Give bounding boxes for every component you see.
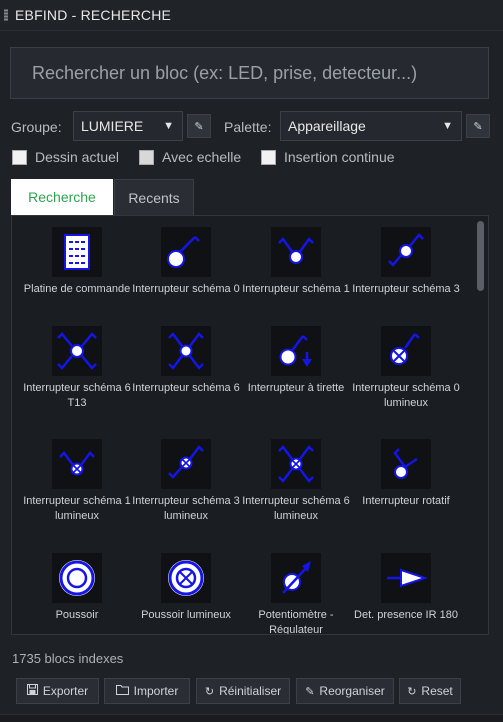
export-button[interactable]: Exporter xyxy=(16,678,99,704)
action-bar: Exporter Importer ↻ Réinitialiser ✎ Reor… xyxy=(16,678,486,704)
lit-switch-3-icon xyxy=(161,439,211,489)
block-item[interactable]: Interrupteur schéma 3 lumineux xyxy=(131,439,241,524)
export-label: Exporter xyxy=(42,684,89,698)
tab-recents[interactable]: Recents xyxy=(114,179,194,215)
block-item[interactable]: Interrupteur à tirette xyxy=(241,326,351,396)
switch-6-icon xyxy=(161,326,211,376)
checkbox-label: Insertion continue xyxy=(284,149,395,165)
block-item[interactable]: Interrupteur schéma 6 lumineux xyxy=(241,439,351,524)
block-name: Interrupteur schéma 3 xyxy=(352,283,460,295)
block-item[interactable]: Interrupteur schéma 3 xyxy=(351,227,461,297)
reorganize-button[interactable]: ✎ Reorganiser xyxy=(296,678,394,704)
tab-recherche[interactable]: Recherche xyxy=(11,179,113,215)
results-scrollbar[interactable] xyxy=(477,221,484,291)
block-name: Interrupteur schéma 0 xyxy=(132,283,240,295)
dropdown-arrow-icon: ▼ xyxy=(163,120,174,132)
block-name: Interrupteur schéma 6 lumineux xyxy=(242,495,350,522)
group-select[interactable]: LUMIERE ▼ xyxy=(73,111,183,141)
pull-switch-icon xyxy=(271,326,321,376)
checkbox[interactable] xyxy=(261,149,276,165)
block-name: Potentiomètre - Régulateur xyxy=(258,609,334,635)
block-name: Interrupteur rotatif xyxy=(362,495,450,507)
block-name: Interrupteur schéma 6 T13 xyxy=(23,382,131,409)
lit-switch-6-icon xyxy=(271,439,321,489)
switch-0-icon xyxy=(161,227,211,277)
brush-icon: ✎ xyxy=(305,685,315,698)
block-name: Interrupteur schéma 1 lumineux xyxy=(23,495,131,522)
block-item[interactable]: Interrupteur schéma 1 lumineux xyxy=(22,439,132,524)
reset-button[interactable]: ↻ Reset xyxy=(399,678,461,704)
block-item[interactable]: Poussoir lumineux xyxy=(131,553,241,623)
save-icon xyxy=(26,684,38,698)
checkbox-label: Dessin actuel xyxy=(35,149,120,165)
switch-1-icon xyxy=(271,227,321,277)
checkbox[interactable] xyxy=(139,149,154,165)
checkbox-label: Avec echelle xyxy=(162,149,242,165)
edit-group-button[interactable]: ✎ xyxy=(187,114,211,138)
drag-grip-icon[interactable] xyxy=(4,9,8,21)
block-name: Interrupteur schéma 0 lumineux xyxy=(352,382,460,409)
palette-select-value: Appareillage xyxy=(288,118,366,134)
search-box[interactable] xyxy=(10,47,489,99)
block-name: Interrupteur schéma 3 lumineux xyxy=(132,495,240,522)
window-title: EBFIND - RECHERCHE xyxy=(15,7,172,23)
block-item[interactable]: Interrupteur rotatif xyxy=(351,439,461,509)
results-panel: Platine de commande Interrupteur schéma … xyxy=(11,215,489,635)
tab-bar: Recherche Recents xyxy=(11,179,493,215)
block-item[interactable]: Interrupteur schéma 0 xyxy=(131,227,241,297)
group-select-value: LUMIERE xyxy=(81,118,144,134)
ir-detector-icon xyxy=(381,553,431,603)
block-name: Platine de commande xyxy=(23,283,131,295)
lit-pushbutton-icon xyxy=(161,553,211,603)
switch-3-icon xyxy=(381,227,431,277)
block-item[interactable]: Interrupteur schéma 0 lumineux xyxy=(351,326,461,411)
options-row: Dessin actuel Avec echelle Insertion con… xyxy=(12,149,492,167)
search-input[interactable] xyxy=(30,61,488,85)
edit-palette-button[interactable]: ✎ xyxy=(466,114,490,138)
block-name: Interrupteur à tirette xyxy=(247,382,345,394)
filter-row: Groupe: LUMIERE ▼ ✎ Palette: Appareillag… xyxy=(11,111,493,141)
block-item[interactable]: Platine de commande xyxy=(22,227,132,297)
block-item[interactable]: Interrupteur schéma 1 xyxy=(241,227,351,297)
switch-6-t13-icon xyxy=(52,326,102,376)
title-bar: EBFIND - RECHERCHE xyxy=(0,0,503,31)
pencil-icon: ✎ xyxy=(473,120,483,133)
dropdown-arrow-icon: ▼ xyxy=(442,120,453,132)
block-name: Interrupteur schéma 1 xyxy=(242,283,350,295)
reinitialize-label: Réinitialiser xyxy=(219,684,282,698)
checkbox-dessin-actuel[interactable]: Dessin actuel xyxy=(12,149,119,165)
lit-switch-0-icon xyxy=(381,326,431,376)
block-name: Det. presence IR 180 xyxy=(354,609,458,621)
import-label: Importer xyxy=(133,684,179,698)
refresh-icon: ↻ xyxy=(204,685,215,698)
block-item[interactable]: Poussoir xyxy=(22,553,132,623)
reorganize-label: Reorganiser xyxy=(319,684,385,698)
checkbox-avec-echelle[interactable]: Avec echelle xyxy=(139,149,241,165)
pushbutton-icon xyxy=(52,553,102,603)
folder-icon xyxy=(115,684,129,698)
block-name: Poussoir lumineux xyxy=(141,609,231,621)
panel-icon xyxy=(52,227,102,277)
block-item[interactable]: Interrupteur schéma 6 xyxy=(131,326,241,396)
palette-select[interactable]: Appareillage ▼ xyxy=(280,111,462,141)
group-label: Groupe: xyxy=(11,119,62,135)
import-button[interactable]: Importer xyxy=(104,678,190,704)
status-text: 1735 blocs indexes xyxy=(12,651,124,666)
checkbox[interactable] xyxy=(12,149,27,165)
rotary-switch-icon xyxy=(381,439,431,489)
pencil-icon: ✎ xyxy=(194,120,204,133)
block-item[interactable]: Potentiomètre - Régulateur xyxy=(241,553,351,635)
palette-label: Palette: xyxy=(224,119,272,135)
reset-label: Reset xyxy=(421,684,453,698)
checkbox-insertion-continue[interactable]: Insertion continue xyxy=(261,149,395,165)
reinitialize-button[interactable]: ↻ Réinitialiser xyxy=(196,678,290,704)
block-name: Poussoir xyxy=(55,609,99,621)
block-name: Interrupteur schéma 6 xyxy=(132,382,240,394)
lit-switch-1-icon xyxy=(52,439,102,489)
dimmer-icon xyxy=(271,553,321,603)
refresh-icon: ↻ xyxy=(407,685,417,698)
block-item[interactable]: Det. presence IR 180 xyxy=(351,553,461,623)
block-item[interactable]: Interrupteur schéma 6 T13 xyxy=(22,326,132,411)
